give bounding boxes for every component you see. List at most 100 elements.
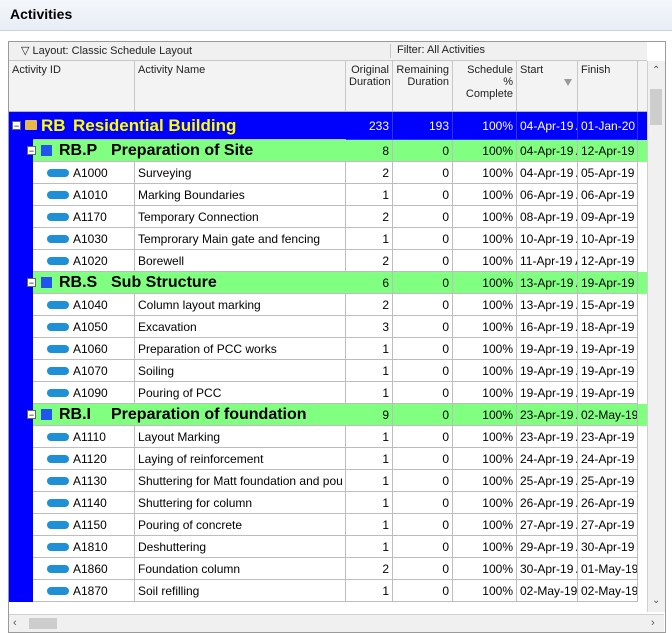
collapse-toggle-icon[interactable]: − xyxy=(27,278,36,288)
cell-rem: 0 xyxy=(393,206,453,228)
project-row[interactable]: − RB Residential Building 233 193 100% 04-Apr-… xyxy=(9,112,647,140)
table-row[interactable]: A1110 Layout Marking 1 0 100% 23-Apr-19 A 23-A… xyxy=(9,426,647,448)
cell-finish: 06-Apr-19 A xyxy=(578,184,638,206)
cell-start: 24-Apr-19 A xyxy=(517,448,578,470)
collapse-toggle-icon[interactable]: − xyxy=(27,410,36,420)
cell-start: 04-Apr-19 A xyxy=(517,140,578,162)
cell-name: Preparation of PCC works xyxy=(135,338,346,360)
cell-id: A1040 xyxy=(33,294,135,316)
cell-rem: 0 xyxy=(393,140,453,162)
cell-rem: 0 xyxy=(393,426,453,448)
cell-start: 13-Apr-19 A xyxy=(517,272,578,294)
activity-id-text: RB xyxy=(41,116,66,135)
collapse-toggle-icon[interactable]: − xyxy=(12,121,21,131)
filter-label[interactable]: Filter: All Activities xyxy=(390,44,485,58)
table-row[interactable]: A1140 Shuttering for column 1 0 100% 26-Apr-1… xyxy=(9,492,647,514)
wbs-icon xyxy=(41,409,52,420)
cell-name: Soiling xyxy=(135,360,346,382)
cell-finish: 19-Apr-19 A xyxy=(578,272,638,294)
cell-orig: 2 xyxy=(346,162,393,184)
cell-id: − RB.S Sub Structure xyxy=(27,272,346,294)
cell-pct: 100% xyxy=(453,184,517,206)
cell-rem: 0 xyxy=(393,382,453,404)
collapse-toggle-icon[interactable]: − xyxy=(27,146,36,156)
cell-orig: 1 xyxy=(346,228,393,250)
wbs-row[interactable]: − RB.P Preparation of Site 8 0 100% 04-Apr-19 … xyxy=(9,140,647,162)
cell-name: Foundation column xyxy=(135,558,346,580)
cell-start: 19-Apr-19 A xyxy=(517,360,578,382)
horizontal-scroll-thumb[interactable] xyxy=(29,618,57,629)
table-row[interactable]: A1810 Deshuttering 1 0 100% 29-Apr-19 A 30-Apr… xyxy=(9,536,647,558)
table-row[interactable]: A1090 Pouring of PCC 1 0 100% 19-Apr-19 A 19-A… xyxy=(9,382,647,404)
table-row[interactable]: A1130 Shuttering for Matt foundation and … xyxy=(9,470,647,492)
table-row[interactable]: A1020 Borewell 2 0 100% 11-Apr-19 A 12-Apr-19 … xyxy=(9,250,647,272)
cell-start: 06-Apr-19 A xyxy=(517,184,578,206)
layout-selector[interactable]: ▽ Layout: Classic Schedule Layout xyxy=(21,44,192,57)
table-row[interactable]: A1000 Surveying 2 0 100% 04-Apr-19 A 05-Apr-19… xyxy=(9,162,647,184)
cell-name: Temprorary Main gate and fencing xyxy=(135,228,346,250)
hierarchy-band xyxy=(9,184,33,206)
table-row[interactable]: A1040 Column layout marking 2 0 100% 13-Apr-1… xyxy=(9,294,647,316)
cell-orig: 8 xyxy=(346,140,393,162)
cell-finish: 24-Apr-19 A xyxy=(578,448,638,470)
vertical-scroll-thumb[interactable] xyxy=(650,89,662,125)
table-row[interactable]: A1170 Temporary Connection 2 0 100% 08-Apr-19… xyxy=(9,206,647,228)
hierarchy-band xyxy=(9,426,33,448)
scroll-right-icon[interactable]: › xyxy=(651,617,655,629)
cell-id: A1150 xyxy=(33,514,135,536)
column-header-start[interactable]: Start xyxy=(517,61,578,111)
layout-label: Layout: Classic Schedule Layout xyxy=(32,45,193,57)
wbs-row[interactable]: − RB.S Sub Structure 6 0 100% 13-Apr-19 A 19-Ap… xyxy=(9,272,647,294)
activity-bar-icon xyxy=(47,543,69,551)
vertical-scrollbar[interactable]: ⌃ ⌄ xyxy=(647,61,665,612)
column-header-remaining-duration[interactable]: Remaining Duration xyxy=(393,61,453,111)
activity-name-text: Sub Structure xyxy=(111,274,217,291)
activity-id-text: RB.P xyxy=(59,142,98,159)
cell-finish: 19-Apr-19 A xyxy=(578,338,638,360)
activity-id-text: A1040 xyxy=(73,298,108,312)
cell-rem: 0 xyxy=(393,184,453,206)
table-row[interactable]: A1050 Excavation 3 0 100% 16-Apr-19 A 18-Apr-1… xyxy=(9,316,647,338)
cell-id: A1130 xyxy=(33,470,135,492)
cell-start: 19-Apr-19 A xyxy=(517,338,578,360)
activity-id-text: A1860 xyxy=(73,562,108,576)
horizontal-scrollbar[interactable]: ‹ › xyxy=(9,614,664,632)
scroll-up-icon[interactable]: ⌃ xyxy=(652,65,660,76)
cell-pct: 100% xyxy=(453,294,517,316)
column-header-activity-id[interactable]: Activity ID xyxy=(9,61,135,111)
activity-bar-icon xyxy=(47,499,69,507)
activity-id-text: A1140 xyxy=(73,496,107,510)
cell-id: − RB Residential Building xyxy=(12,112,346,140)
cell-pct: 100% xyxy=(453,492,517,514)
cell-name: Marking Boundaries xyxy=(135,184,346,206)
cell-rem: 193 xyxy=(393,112,453,140)
table-row[interactable]: A1070Soiling10100%19-Apr-19 A19-Apr-19 A xyxy=(9,360,647,382)
column-header-original-duration[interactable]: Original Duration xyxy=(346,61,393,111)
scroll-down-icon[interactable]: ⌄ xyxy=(652,595,660,606)
cell-start: 23-Apr-19 A xyxy=(517,404,578,426)
column-header-schedule-percent-complete[interactable]: Schedule % Complete xyxy=(453,61,517,111)
wbs-row[interactable]: − RB.I Preparation of foundation 9 0 100% 23-A… xyxy=(9,404,647,426)
start-header-label: Start xyxy=(520,64,544,76)
cell-start: 23-Apr-19 A xyxy=(517,426,578,448)
table-row[interactable]: A1010 Marking Boundaries 1 0 100% 06-Apr-19 A… xyxy=(9,184,647,206)
cell-rem: 0 xyxy=(393,492,453,514)
column-header-finish[interactable]: Finish xyxy=(578,61,638,111)
table-row[interactable]: A1030 Temprorary Main gate and fencing 1 0 1… xyxy=(9,228,647,250)
cell-pct: 100% xyxy=(453,206,517,228)
column-header-activity-name[interactable]: Activity Name xyxy=(135,61,346,111)
activities-panel-header: Activities xyxy=(0,0,672,31)
cell-finish: 02-May-19 xyxy=(578,580,638,602)
cell-orig: 2 xyxy=(346,558,393,580)
table-row[interactable]: A1120 Laying of reinforcement 1 0 100% 24-Apr… xyxy=(9,448,647,470)
scroll-left-icon[interactable]: ‹ xyxy=(13,617,17,629)
table-row[interactable]: A1860 Foundation column 2 0 100% 30-Apr-19 A0… xyxy=(9,558,647,580)
cell-id: − RB.I Preparation of foundation xyxy=(27,404,346,426)
table-row[interactable]: A1870 Soil refilling 1 0 100% 02-May-19 02-May… xyxy=(9,580,647,602)
cell-pct: 100% xyxy=(453,140,517,162)
table-row[interactable]: A1060 Preparation of PCC works 1 0 100% 19-Ap… xyxy=(9,338,647,360)
cell-start: 27-Apr-19 A xyxy=(517,514,578,536)
cell-rem: 0 xyxy=(393,228,453,250)
table-row[interactable]: A1150 Pouring of concrete 1 0 100% 27-Apr-19 … xyxy=(9,514,647,536)
activity-id-text: A1070 xyxy=(73,364,108,378)
